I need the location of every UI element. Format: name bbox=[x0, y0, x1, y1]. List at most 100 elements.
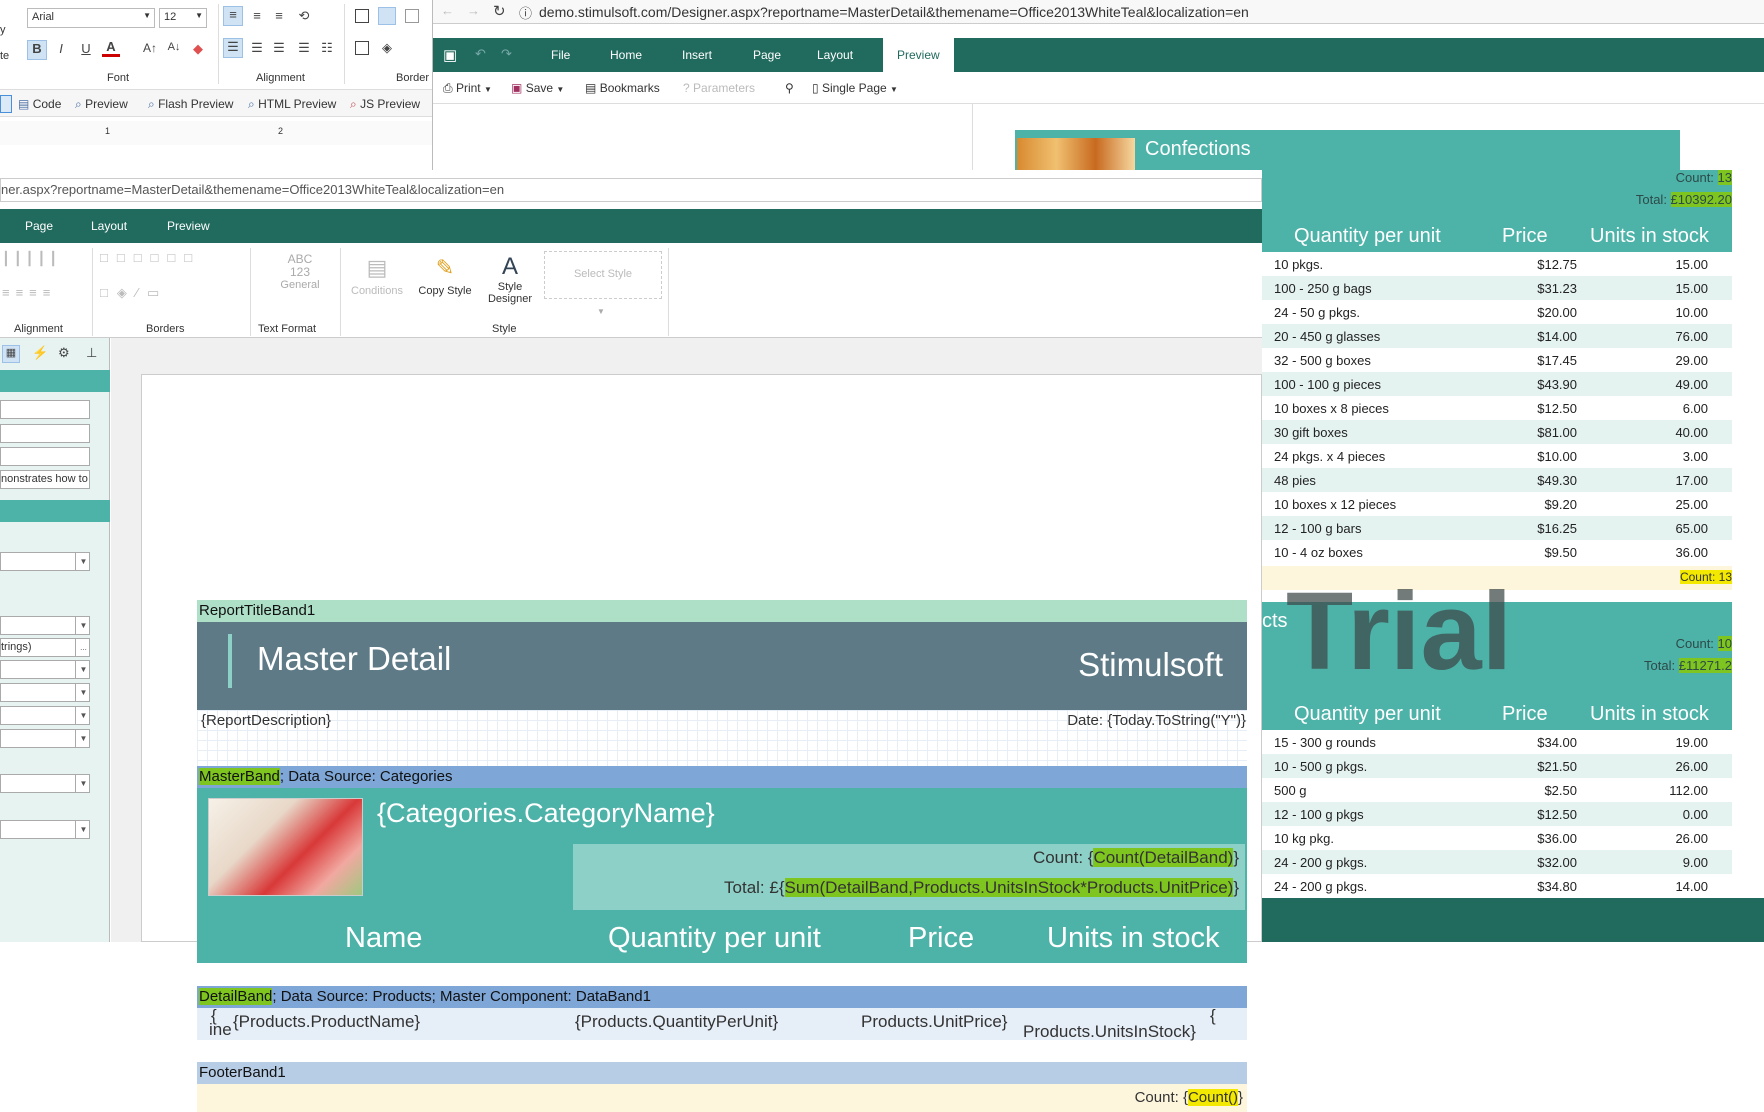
header-quantity[interactable]: Quantity per unit bbox=[608, 922, 821, 955]
report-title-band-header[interactable]: ReportTitleBand1 bbox=[197, 600, 1247, 622]
font-name-combo[interactable]: Arial ▼ bbox=[27, 8, 155, 28]
report-description[interactable]: {ReportDescription} bbox=[201, 712, 331, 729]
copy-style-button[interactable]: ✎ Copy Style bbox=[410, 255, 480, 297]
description-field[interactable]: nonstrates how to bbox=[0, 470, 90, 489]
property-dropdown[interactable]: ▼ bbox=[0, 660, 90, 679]
rotate-icon[interactable]: ⟲ bbox=[295, 8, 313, 24]
align-icons-row-1[interactable]: ┃┃┃┃┃ bbox=[2, 251, 80, 267]
reload-icon[interactable]: ↻ bbox=[493, 2, 506, 20]
save-icon[interactable]: ▣ bbox=[443, 46, 457, 64]
find-button[interactable]: ⚲ bbox=[785, 77, 794, 99]
cell-unit-price[interactable]: Products.UnitPrice} bbox=[861, 1012, 1007, 1032]
header-price[interactable]: Price bbox=[908, 922, 974, 955]
bold-button[interactable]: B bbox=[27, 40, 47, 60]
category-name-field[interactable]: {Categories.CategoryName} bbox=[377, 798, 715, 829]
tab-html-preview[interactable]: ⌕ HTML Preview bbox=[248, 93, 336, 115]
tab-layout[interactable]: Layout bbox=[817, 38, 853, 72]
border-frame-icon[interactable] bbox=[405, 9, 419, 23]
tab-js-preview[interactable]: ⌕ JS Preview bbox=[350, 93, 420, 115]
category-image[interactable] bbox=[208, 798, 363, 896]
property-dropdown[interactable]: ▼ bbox=[0, 616, 90, 635]
gear-icon[interactable]: ⚙ bbox=[58, 345, 70, 361]
parameters-button[interactable]: ? Parameters bbox=[683, 77, 755, 99]
totals-box[interactable]: Count: {Count(DetailBand)} Total: £{Sum(… bbox=[573, 844, 1245, 910]
select-style-box[interactable]: Select Style bbox=[544, 251, 662, 299]
header-name[interactable]: Name bbox=[345, 922, 422, 955]
footer-band-header[interactable]: FooterBand1 bbox=[197, 1062, 1247, 1084]
property-dropdown[interactable]: ▼ bbox=[0, 683, 90, 702]
cell-units-in-stock[interactable]: Products.UnitsInStock} bbox=[1023, 1022, 1196, 1042]
word-wrap-icon[interactable]: ☷ bbox=[318, 40, 336, 56]
shrink-font-button[interactable]: A↓ bbox=[166, 41, 182, 53]
property-field[interactable] bbox=[0, 400, 90, 419]
align-right-icon[interactable]: ☰ bbox=[270, 40, 288, 56]
tab-file[interactable]: File bbox=[551, 38, 570, 72]
address-text[interactable]: demo.stimulsoft.com/Designer.aspx?report… bbox=[539, 4, 1249, 20]
property-dropdown[interactable]: ▼ bbox=[0, 820, 90, 839]
text-format-button[interactable]: ABC 123 General bbox=[275, 253, 325, 292]
master-band-area[interactable]: {Categories.CategoryName} Count: {Count(… bbox=[197, 788, 1247, 963]
pin-icon[interactable]: ⊥ bbox=[86, 345, 97, 361]
cell-product-name[interactable]: {Products.ProductName} bbox=[233, 1012, 420, 1032]
strings-field[interactable]: trings)... bbox=[0, 638, 90, 657]
tab-flash-preview[interactable]: ⌕ Flash Preview bbox=[148, 93, 233, 115]
border-icons-row-1[interactable]: □□□□□□ bbox=[100, 250, 240, 265]
align-icons-row-2[interactable]: ≡≡≡≡ bbox=[2, 285, 80, 300]
tab-layout[interactable]: Layout bbox=[91, 209, 127, 243]
property-dropdown[interactable]: ▼ bbox=[0, 729, 90, 748]
save-button[interactable]: ▣ Save ▼ bbox=[511, 77, 564, 99]
tab-page[interactable]: Page bbox=[25, 209, 53, 243]
fill-bucket-icon[interactable]: ◈ bbox=[378, 40, 396, 56]
property-field[interactable] bbox=[0, 424, 90, 443]
detail-band-header[interactable]: DetailBand; Data Source: Products; Maste… bbox=[197, 986, 1247, 1008]
tab-preview[interactable]: Preview bbox=[883, 38, 954, 72]
footer-band-area[interactable]: Count: {Count()} bbox=[197, 1084, 1247, 1112]
style-designer-button[interactable]: A Style Designer bbox=[480, 253, 540, 305]
property-field[interactable] bbox=[0, 447, 90, 466]
align-top-icon[interactable]: ≡ bbox=[223, 6, 243, 26]
back-icon[interactable]: ← bbox=[441, 3, 454, 18]
border-icons-row-2[interactable]: □◈∕▭ bbox=[100, 285, 240, 301]
master-band-header[interactable]: MasterBand; Data Source: Categories bbox=[197, 766, 1247, 788]
header-units[interactable]: Units in stock bbox=[1047, 922, 1219, 955]
designer-tab[interactable] bbox=[0, 95, 12, 113]
tab-preview[interactable]: ⌕ Preview bbox=[75, 93, 128, 115]
grow-font-button[interactable]: A↑ bbox=[142, 41, 158, 55]
underline-button[interactable]: U bbox=[78, 41, 94, 56]
tab-page[interactable]: Page bbox=[753, 38, 781, 72]
border-side-icon[interactable] bbox=[355, 41, 369, 55]
cell-quantity[interactable]: {Products.QuantityPerUnit} bbox=[575, 1012, 778, 1032]
align-left-icon[interactable]: ☰ bbox=[223, 38, 243, 58]
font-color-button[interactable]: A bbox=[102, 39, 120, 57]
address-bar[interactable]: ner.aspx?reportname=MasterDetail&themena… bbox=[0, 178, 1262, 202]
redo-icon[interactable]: ↷ bbox=[501, 46, 512, 62]
print-button[interactable]: ⎙ Print ▼ bbox=[443, 77, 492, 99]
property-dropdown[interactable]: ▼ bbox=[0, 774, 90, 793]
eraser-icon[interactable]: ◆ bbox=[190, 41, 206, 57]
border-all-icon[interactable] bbox=[355, 9, 369, 23]
forward-icon[interactable]: → bbox=[467, 3, 480, 18]
conditions-button[interactable]: ▤ Conditions bbox=[347, 255, 407, 297]
border-none-icon[interactable] bbox=[378, 7, 396, 25]
font-size-combo[interactable]: 12 ▼ bbox=[159, 8, 207, 28]
chevron-down-icon[interactable]: ▼ bbox=[597, 307, 605, 316]
undo-icon[interactable]: ↶ bbox=[475, 46, 486, 62]
ellipsis-button[interactable]: ... bbox=[75, 638, 91, 657]
property-dropdown[interactable]: ▼ bbox=[0, 552, 90, 571]
align-bottom-icon[interactable]: ≡ bbox=[270, 8, 288, 23]
report-date[interactable]: Date: {Today.ToString("Y")} bbox=[1067, 712, 1246, 729]
bookmarks-button[interactable]: ▤ Bookmarks bbox=[585, 77, 660, 99]
align-middle-icon[interactable]: ≡ bbox=[248, 8, 266, 23]
tab-home[interactable]: Home bbox=[610, 38, 642, 72]
report-title-panel[interactable]: Master Detail Stimulsoft bbox=[197, 622, 1247, 710]
tab-insert[interactable]: Insert bbox=[682, 38, 712, 72]
property-dropdown[interactable]: ▼ bbox=[0, 706, 90, 725]
justify-icon[interactable]: ☰ bbox=[295, 40, 313, 56]
lightning-icon[interactable]: ⚡ bbox=[32, 345, 48, 361]
tab-preview[interactable]: Preview bbox=[167, 209, 210, 243]
italic-button[interactable]: I bbox=[53, 41, 69, 56]
tab-code[interactable]: ▤ Code bbox=[18, 93, 61, 115]
grid-view-icon[interactable]: ▦ bbox=[2, 345, 20, 363]
detail-band-area[interactable]: { ine {Products.ProductName} {Products.Q… bbox=[197, 1006, 1247, 1042]
view-mode-button[interactable]: ▯ Single Page ▼ bbox=[812, 77, 898, 99]
